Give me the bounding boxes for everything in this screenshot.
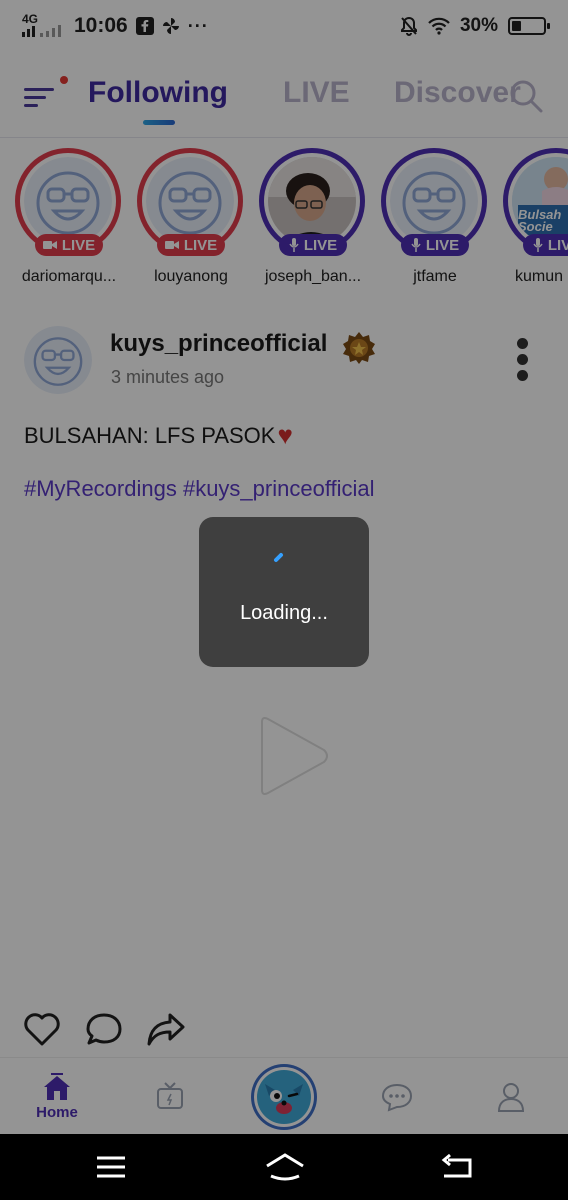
home-system-icon[interactable] (265, 1152, 305, 1182)
system-nav-bar (0, 1134, 568, 1200)
back-icon[interactable] (440, 1152, 476, 1182)
recents-menu-icon[interactable] (93, 1152, 129, 1182)
spinner-icon (274, 553, 283, 562)
loading-dialog: Loading... (199, 517, 369, 667)
loading-text: Loading... (240, 602, 328, 624)
